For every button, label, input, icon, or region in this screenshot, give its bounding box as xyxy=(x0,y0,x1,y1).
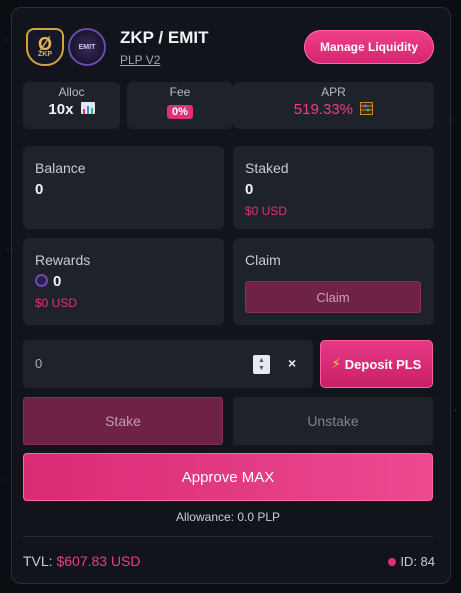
amount-input[interactable]: 0 xyxy=(35,356,42,371)
pool-header: Ø ZKP EMIT ZKP / EMIT PLP V2 Manage Liqu… xyxy=(26,28,436,72)
fee-badge: 0% xyxy=(167,105,193,119)
apr-tile: APR 519.33% xyxy=(233,82,434,129)
apr-value: 519.33% xyxy=(293,101,354,118)
fee-tile: Fee 0% xyxy=(127,82,233,129)
tvl-label: TVL: xyxy=(23,553,53,569)
amount-input-field[interactable]: 0 ▲ ▼ × xyxy=(23,340,313,388)
emit-token-logo: EMIT xyxy=(68,28,106,66)
rewards-usd: $0 USD xyxy=(35,296,78,310)
abacus-icon xyxy=(360,102,374,119)
unstake-button[interactable]: Unstake xyxy=(233,397,433,445)
chevron-up-icon[interactable]: ▲ xyxy=(258,357,265,365)
rewards-label: Rewards xyxy=(35,252,91,268)
manage-liquidity-button[interactable]: Manage Liquidity xyxy=(304,30,434,64)
allowance-text: Allowance: 0.0 PLP xyxy=(175,510,281,524)
staked-panel: Staked 0 $0 USD xyxy=(233,146,434,229)
tvl-row: TVL: $607.83 USD xyxy=(23,553,141,569)
clear-input-icon[interactable]: × xyxy=(288,355,296,371)
zkp-token-logo: Ø ZKP xyxy=(26,28,64,66)
bar-chart-icon xyxy=(80,102,95,114)
status-dot-icon xyxy=(388,558,397,566)
chevron-down-icon[interactable]: ▼ xyxy=(258,365,265,373)
alloc-label: Alloc xyxy=(58,85,85,99)
lightning-icon: ⚡ xyxy=(331,356,341,371)
zkp-logo-text: ZKP xyxy=(37,50,52,58)
rewards-value: 0 xyxy=(53,273,62,290)
balance-value: 0 xyxy=(35,181,44,198)
apr-value-row: 519.33% xyxy=(233,101,434,119)
tvl-value: $607.83 USD xyxy=(56,553,141,569)
pair-title: ZKP / EMIT xyxy=(120,28,209,47)
claim-button[interactable]: Claim xyxy=(245,281,421,313)
staked-value: 0 xyxy=(245,181,254,198)
apr-label: APR xyxy=(321,85,346,99)
claim-panel: Claim Claim xyxy=(233,238,434,325)
balance-label: Balance xyxy=(35,160,86,176)
deposit-label: Deposit PLS xyxy=(344,356,422,372)
pair-subtitle-link[interactable]: PLP V2 xyxy=(120,53,160,67)
fee-label: Fee xyxy=(169,85,191,99)
emit-logo-text: EMIT xyxy=(78,43,96,51)
zkp-logo-glyph: Ø xyxy=(37,33,52,54)
amount-stepper[interactable]: ▲ ▼ xyxy=(253,355,270,374)
rewards-value-row: 0 xyxy=(35,273,61,290)
balance-panel: Balance 0 xyxy=(23,146,224,229)
deposit-pls-button[interactable]: ⚡ Deposit PLS xyxy=(320,340,433,388)
claim-label: Claim xyxy=(245,252,281,268)
footer-divider xyxy=(23,536,433,537)
fee-value-row: 0% xyxy=(127,102,233,119)
pool-id: ID: 84 xyxy=(388,554,435,569)
approve-max-button[interactable]: Approve MAX xyxy=(23,453,433,501)
emit-token-icon xyxy=(35,274,48,287)
alloc-value-row: 10x xyxy=(23,101,120,118)
alloc-tile: Alloc 10x xyxy=(23,82,120,129)
alloc-value: 10x xyxy=(48,101,74,118)
staked-label: Staked xyxy=(245,160,289,176)
staked-usd: $0 USD xyxy=(245,204,288,218)
pool-id-label: ID: 84 xyxy=(400,554,435,569)
rewards-panel: Rewards 0 $0 USD xyxy=(23,238,224,325)
stake-button[interactable]: Stake xyxy=(23,397,223,445)
